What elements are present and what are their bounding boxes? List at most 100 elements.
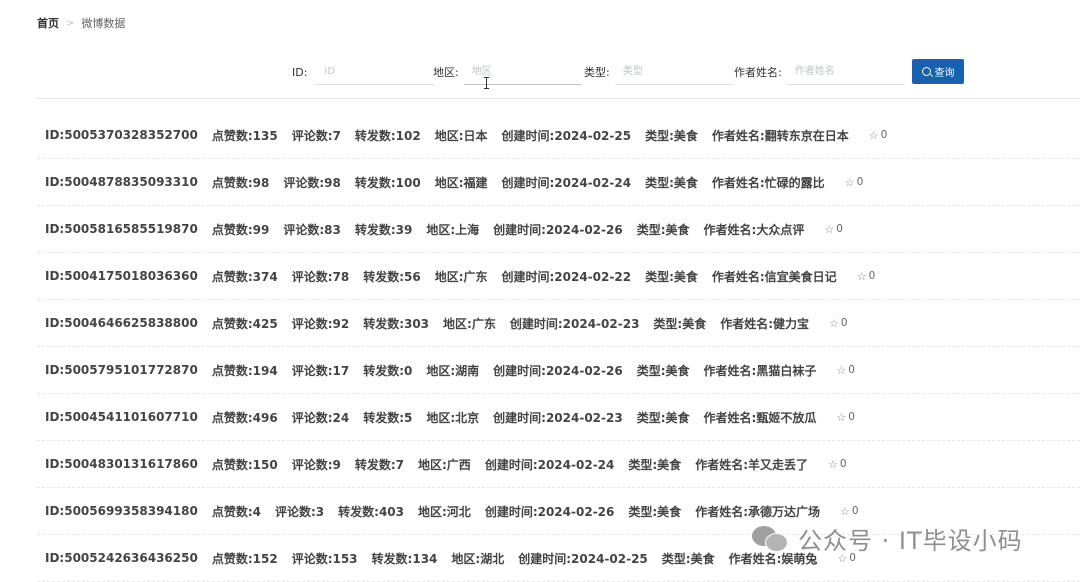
row-author: 作者姓名:甄姬不放瓜 [703, 410, 817, 425]
row-type: 类型:美食 [661, 551, 715, 566]
star-icon: ☆ [828, 457, 838, 471]
row-reposts: 转发数:102 [354, 128, 421, 143]
row-author: 作者姓名:信宜美食日记 [711, 269, 837, 284]
row-region: 地区:广东 [443, 316, 496, 331]
row-likes: 点赞数:150 [211, 457, 278, 472]
row-likes: 点赞数:152 [211, 551, 278, 566]
search-button-label: 查询 [934, 68, 955, 79]
row-type: 类型:美食 [636, 363, 690, 378]
breadcrumb: 首页 > 微博数据 [37, 15, 125, 31]
row-reposts: 转发数:39 [354, 222, 413, 237]
watermark-text: 公众号 · IT毕设小码 [798, 526, 1023, 555]
breadcrumb-home[interactable]: 首页 [37, 15, 59, 31]
row-likes: 点赞数:496 [211, 410, 278, 425]
row-type: 类型:美食 [628, 504, 682, 519]
row-region: 地区:北京 [426, 410, 480, 425]
row-created: 创建时间:2024-02-25 [518, 551, 648, 566]
row-region: 地区:广西 [418, 457, 471, 472]
row-comments: 评论数:9 [291, 457, 341, 472]
favorite-button[interactable]: ☆ 0 [829, 317, 848, 330]
row-likes: 点赞数:374 [211, 269, 278, 284]
row-reposts: 转发数:5 [363, 410, 413, 425]
favorite-count: 0 [839, 458, 847, 470]
row-id: ID:5005370328352700 [45, 128, 198, 142]
row-author: 作者姓名:忙碌的露比 [711, 175, 825, 190]
weibo-list: ID:5005370328352700 点赞数:135 评论数:7 转发数:102 地区… [37, 112, 1080, 582]
row-region: 地区:上海 [426, 222, 480, 237]
favorite-button[interactable]: ☆ 0 [845, 176, 864, 189]
region-input[interactable]: 地区 [463, 59, 582, 85]
divider [37, 98, 1080, 99]
star-icon: ☆ [840, 504, 850, 518]
row-region: 地区:福建 [434, 175, 488, 190]
row-reposts: 转发数:100 [354, 175, 421, 190]
row-reposts: 转发数:7 [354, 457, 404, 472]
region-label: 地区: [433, 66, 459, 79]
row-likes: 点赞数:98 [211, 175, 270, 190]
row-created: 创建时间:2024-02-26 [493, 222, 623, 237]
star-icon: ☆ [829, 316, 839, 330]
row-region: 地区:广东 [434, 269, 488, 284]
type-field: 类型: 类型 [584, 58, 732, 86]
type-input[interactable]: 类型 [614, 59, 732, 85]
favorite-button[interactable]: ☆ 0 [857, 270, 876, 283]
row-created: 创建时间:2024-02-24 [484, 457, 615, 472]
type-label: 类型: [584, 66, 610, 79]
row-id: ID:5004830131617860 [45, 457, 198, 471]
row-comments: 评论数:98 [283, 175, 341, 190]
favorite-button[interactable]: ☆ 0 [840, 505, 859, 518]
region-field: 地区: 地区 [433, 58, 582, 86]
row-comments: 评论数:153 [291, 551, 358, 566]
row-reposts: 转发数:303 [363, 316, 430, 331]
list-item: ID:5005816585519870 点赞数:99 评论数:83 转发数:39 地区:… [37, 206, 1080, 253]
list-item: ID:5004175018036360 点赞数:374 评论数:78 转发数:56 地区… [37, 253, 1080, 300]
row-likes: 点赞数:135 [211, 128, 278, 143]
favorite-button[interactable]: ☆ 0 [836, 411, 855, 424]
author-input[interactable]: 作者姓名 [786, 59, 905, 85]
row-created: 创建时间:2024-02-26 [484, 504, 615, 519]
search-icon [921, 67, 931, 76]
favorite-count: 0 [848, 364, 855, 376]
favorite-count: 0 [840, 317, 848, 329]
row-likes: 点赞数:99 [211, 222, 270, 237]
row-type: 类型:美食 [645, 128, 698, 143]
text-cursor-icon [484, 77, 490, 89]
row-reposts: 转发数:0 [363, 363, 413, 378]
favorite-count: 0 [848, 411, 855, 423]
author-field: 作者姓名: 作者姓名 [734, 58, 905, 86]
favorite-button[interactable]: ☆ 0 [828, 458, 847, 471]
star-icon: ☆ [868, 128, 879, 142]
favorite-button[interactable]: ☆ 0 [869, 129, 888, 142]
row-comments: 评论数:7 [291, 128, 341, 143]
row-id: ID:5004878835093310 [45, 175, 198, 189]
row-comments: 评论数:92 [291, 316, 350, 331]
row-id: ID:5004646625838800 [45, 316, 198, 330]
row-type: 类型:美食 [628, 457, 682, 472]
row-region: 地区:日本 [434, 128, 488, 143]
row-comments: 评论数:78 [291, 269, 350, 284]
star-icon: ☆ [856, 269, 867, 283]
list-item: ID:5005795101772870 点赞数:194 评论数:17 转发数:0 地区:… [37, 347, 1080, 394]
favorite-button[interactable]: ☆ 0 [836, 364, 855, 377]
row-type: 类型:美食 [636, 410, 690, 425]
star-icon: ☆ [824, 222, 835, 236]
favorite-button[interactable]: ☆ 0 [824, 223, 843, 236]
row-type: 类型:美食 [653, 316, 707, 331]
watermark: 公众号 · IT毕设小码 [752, 520, 1023, 556]
row-id: ID:5005795101772870 [45, 363, 198, 377]
id-input[interactable]: ID [316, 59, 435, 85]
row-author: 作者姓名:健力宝 [720, 316, 810, 331]
star-icon: ☆ [836, 363, 847, 377]
row-reposts: 转发数:134 [371, 551, 438, 566]
star-icon: ☆ [836, 410, 847, 424]
breadcrumb-separator: > [66, 17, 75, 29]
row-created: 创建时间:2024-02-25 [501, 128, 632, 143]
row-region: 地区:湖南 [426, 363, 480, 378]
row-created: 创建时间:2024-02-24 [501, 175, 632, 190]
row-region: 地区:湖北 [451, 551, 505, 566]
breadcrumb-current: 微博数据 [81, 17, 126, 30]
row-id: ID:5005699358394180 [45, 504, 198, 518]
list-item: ID:5004830131617860 点赞数:150 评论数:9 转发数:7 地区:广… [37, 441, 1080, 488]
search-button[interactable]: 查询 [912, 59, 964, 84]
row-comments: 评论数:3 [274, 504, 325, 519]
